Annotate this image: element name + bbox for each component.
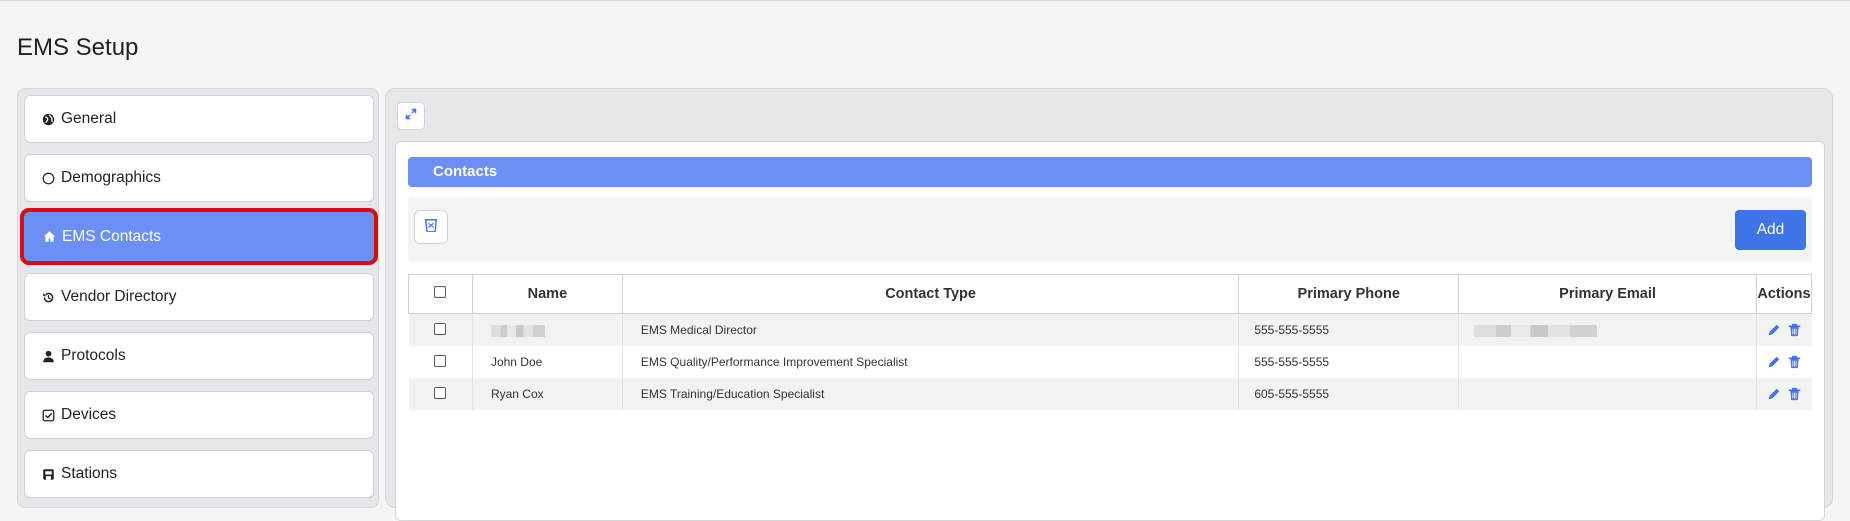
contact-phone: 555-555-5555 xyxy=(1238,313,1460,346)
contact-email xyxy=(1458,378,1757,410)
column-header-primary-email[interactable]: Primary Email xyxy=(1458,274,1757,314)
column-header-contact-type[interactable]: Contact Type xyxy=(622,274,1240,314)
contact-email-cell xyxy=(1458,313,1757,346)
sidebar-item-devices[interactable]: Devices xyxy=(24,391,374,439)
user-icon xyxy=(41,349,55,363)
building-icon xyxy=(41,467,55,481)
edit-icon[interactable] xyxy=(1767,323,1781,337)
table-row: EMS Medical Director 555-555-5555 xyxy=(408,313,1812,346)
row-select-cell xyxy=(408,378,473,410)
delete-icon[interactable] xyxy=(1787,387,1801,401)
sidebar-item-vendor-directory[interactable]: Vendor Directory xyxy=(24,273,374,321)
circle-icon xyxy=(41,171,55,185)
sidebar-item-label: Devices xyxy=(61,406,117,423)
row-actions xyxy=(1756,313,1812,346)
sidebar-item-label: General xyxy=(61,110,117,127)
top-divider xyxy=(0,0,1850,1)
sidebar-item-label: Vendor Directory xyxy=(61,288,177,305)
check-square-icon xyxy=(41,408,55,422)
table-row: John Doe EMS Quality/Performance Improve… xyxy=(408,346,1812,378)
row-select-cell xyxy=(408,346,473,378)
expand-icon xyxy=(405,107,417,125)
sidebar-item-label: EMS Contacts xyxy=(62,227,162,245)
globe-icon xyxy=(41,112,55,126)
sidebar-item-label: Protocols xyxy=(61,347,126,364)
sidebar-item-demographics[interactable]: Demographics xyxy=(24,154,374,202)
contact-phone: 555-555-5555 xyxy=(1238,346,1460,378)
column-header-name[interactable]: Name xyxy=(472,274,623,314)
contact-name: Ryan Cox xyxy=(472,378,623,410)
add-contact-button[interactable]: Add xyxy=(1735,210,1806,250)
main-panel: Contacts Add Name Contact Type Primary P… xyxy=(385,88,1833,521)
table-header-row: Name Contact Type Primary Phone Primary … xyxy=(408,274,1813,314)
table-row: Ryan Cox EMS Training/Education Speciali… xyxy=(408,378,1812,410)
sidebar-item-label: Stations xyxy=(61,465,118,482)
history-icon xyxy=(41,290,55,304)
redacted-email xyxy=(1474,324,1598,337)
delete-icon[interactable] xyxy=(1787,323,1801,337)
row-checkbox[interactable] xyxy=(434,386,447,399)
contacts-table: Name Contact Type Primary Phone Primary … xyxy=(408,274,1813,410)
sidebar-item-ems-contacts[interactable]: EMS Contacts xyxy=(20,208,378,265)
contact-type: EMS Training/Education Specialist xyxy=(622,378,1240,410)
contacts-toolbar: Add xyxy=(408,198,1812,262)
row-actions xyxy=(1756,346,1812,378)
contact-name: John Doe xyxy=(472,346,623,378)
select-all-checkbox[interactable] xyxy=(434,286,447,298)
column-header-actions: Actions xyxy=(1756,274,1813,314)
row-actions xyxy=(1756,378,1812,410)
home-icon xyxy=(42,230,56,244)
sidebar-item-label: Demographics xyxy=(61,169,161,186)
sidebar-item-stations[interactable]: Stations xyxy=(24,450,374,498)
contacts-card: Contacts Add Name Contact Type Primary P… xyxy=(395,141,1825,521)
page-title: EMS Setup xyxy=(17,34,139,61)
edit-icon[interactable] xyxy=(1767,387,1781,401)
edit-icon[interactable] xyxy=(1767,355,1781,369)
column-header-primary-phone[interactable]: Primary Phone xyxy=(1238,274,1460,314)
sidebar-item-protocols[interactable]: Protocols xyxy=(24,332,374,380)
contact-type: EMS Medical Director xyxy=(622,313,1240,346)
contact-phone: 605-555-5555 xyxy=(1238,378,1460,410)
contact-email xyxy=(1458,346,1757,378)
select-all-cell xyxy=(408,274,473,314)
redacted-name xyxy=(490,324,545,337)
row-checkbox[interactable] xyxy=(434,354,447,367)
trash-icon xyxy=(424,217,438,237)
contact-name-cell xyxy=(472,313,623,346)
expand-button[interactable] xyxy=(397,102,425,130)
delete-icon[interactable] xyxy=(1787,355,1801,369)
setup-sidebar: General Demographics EMS Contacts Vendor… xyxy=(17,88,379,508)
row-checkbox[interactable] xyxy=(434,322,447,335)
row-select-cell xyxy=(408,313,473,346)
contacts-header: Contacts xyxy=(408,157,1812,187)
delete-selected-button[interactable] xyxy=(414,210,448,244)
sidebar-item-general[interactable]: General xyxy=(24,95,374,143)
contact-type: EMS Quality/Performance Improvement Spec… xyxy=(622,346,1240,378)
